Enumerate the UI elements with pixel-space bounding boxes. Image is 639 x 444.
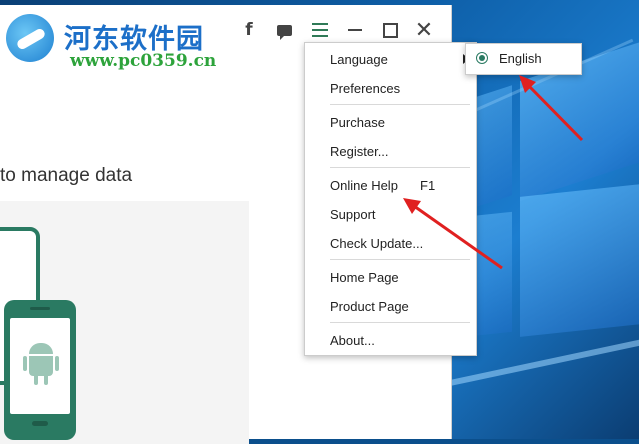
watermark-site-url: www.pc0359.cn — [70, 51, 217, 71]
page-headline: to manage data — [0, 165, 133, 186]
close-icon[interactable]: ✕ — [411, 17, 437, 42]
menu-divider — [330, 259, 470, 260]
main-menu-dropdown: Language Preferences Purchase Register..… — [304, 42, 477, 356]
maximize-icon[interactable] — [377, 19, 403, 41]
menu-item-about[interactable]: About... — [330, 333, 375, 348]
menu-item-register[interactable]: Register... — [330, 144, 389, 159]
minimize-icon[interactable] — [342, 19, 368, 41]
language-submenu: English — [465, 43, 582, 75]
menu-divider — [330, 322, 470, 323]
menu-icon[interactable] — [307, 19, 333, 41]
menu-item-product-page[interactable]: Product Page — [330, 299, 409, 314]
menu-divider — [330, 167, 470, 168]
menu-item-home-page[interactable]: Home Page — [330, 270, 399, 285]
facebook-icon[interactable]: f — [236, 19, 262, 41]
radio-english[interactable] — [476, 52, 488, 64]
menu-shortcut-f1: F1 — [420, 178, 436, 193]
menu-divider — [330, 104, 470, 105]
menu-item-online-help[interactable]: Online Help — [330, 178, 398, 193]
language-option-english[interactable]: English — [499, 51, 542, 66]
menu-item-preferences[interactable]: Preferences — [330, 81, 400, 96]
menu-item-support[interactable]: Support — [330, 207, 376, 222]
menu-item-purchase[interactable]: Purchase — [330, 115, 385, 130]
watermark-logo-icon — [6, 14, 54, 62]
android-phone-illustration — [4, 300, 76, 440]
android-icon — [23, 343, 59, 387]
menu-item-language[interactable]: Language — [330, 52, 388, 67]
chat-icon[interactable] — [271, 19, 297, 41]
menu-item-check-update[interactable]: Check Update... — [330, 236, 423, 251]
